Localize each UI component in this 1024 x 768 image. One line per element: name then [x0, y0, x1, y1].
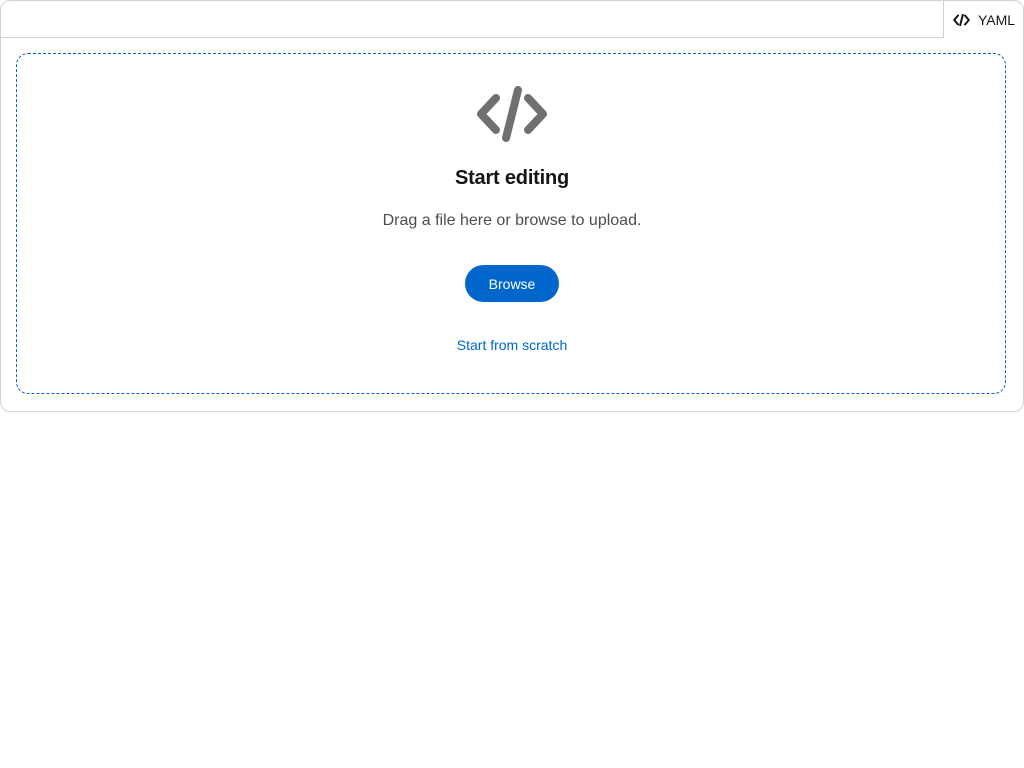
code-icon: [476, 86, 548, 142]
code-icon: [953, 13, 970, 26]
language-name: YAML: [977, 11, 1016, 28]
language-label: YAML: [943, 1, 1024, 38]
empty-state-body: Drag a file here or browse to upload.: [382, 212, 642, 229]
browse-button[interactable]: Browse: [465, 265, 559, 302]
empty-state-title: Start editing: [454, 167, 570, 189]
start-from-scratch-wrapper: Start from scratch: [0, 337, 1024, 353]
editor-header: [1, 1, 943, 38]
start-from-scratch-link[interactable]: Start from scratch: [457, 337, 567, 353]
